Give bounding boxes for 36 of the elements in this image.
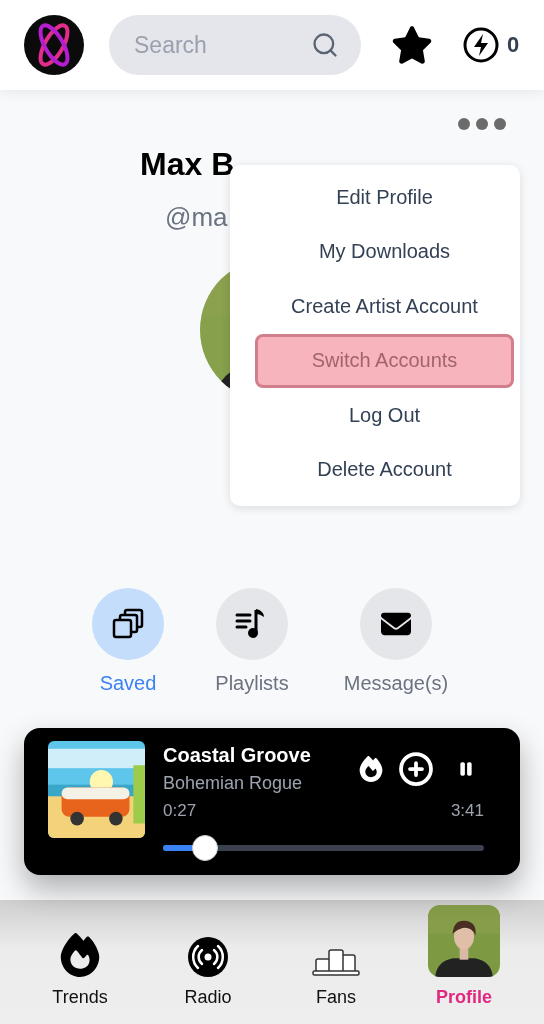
nav-tab[interactable]: Fans xyxy=(272,900,400,1024)
add-icon[interactable] xyxy=(398,751,434,787)
nav-tab[interactable]: Trends xyxy=(16,900,144,1024)
radio-icon xyxy=(188,937,228,977)
total-time: 3:41 xyxy=(450,801,484,821)
nav-tab[interactable]: Radio xyxy=(144,900,272,1024)
logo-icon[interactable] xyxy=(24,15,84,75)
menu-item[interactable]: Create Artist Account xyxy=(255,279,514,334)
more-icon[interactable] xyxy=(458,118,506,130)
podium-icon xyxy=(312,949,360,977)
flame-icon xyxy=(58,933,102,977)
action-label: Saved xyxy=(99,672,157,695)
flame-icon[interactable] xyxy=(358,756,384,782)
star-icon[interactable] xyxy=(391,24,433,66)
elapsed-time: 0:27 xyxy=(163,801,197,821)
action-button[interactable]: Message(s) xyxy=(316,588,476,695)
menu-item[interactable]: Log Out xyxy=(255,388,514,443)
profile-handle: @ma xyxy=(165,201,228,234)
action-label: Message(s) xyxy=(343,672,449,695)
stacked-squares-icon xyxy=(111,607,145,641)
profile-name: Max B xyxy=(140,145,235,184)
points-count: 0 xyxy=(507,32,520,58)
action-label: Playlists xyxy=(215,672,289,695)
menu-item[interactable]: Delete Account xyxy=(255,442,514,497)
action-button[interactable]: Playlists xyxy=(192,588,312,695)
track-title: Coastal Groove xyxy=(163,743,312,768)
search-icon xyxy=(311,31,339,59)
menu-item[interactable]: My Downloads xyxy=(255,224,514,279)
menu-item[interactable]: Edit Profile xyxy=(255,170,514,225)
nav-tab[interactable]: Profile xyxy=(400,900,528,1024)
bolt-icon[interactable] xyxy=(463,27,499,63)
action-button[interactable]: Saved xyxy=(68,588,188,695)
search-field[interactable]: Search xyxy=(109,15,361,75)
progress-slider[interactable] xyxy=(163,835,484,861)
slider-thumb[interactable] xyxy=(191,835,218,861)
track-artist: Bohemian Rogue xyxy=(163,772,304,795)
